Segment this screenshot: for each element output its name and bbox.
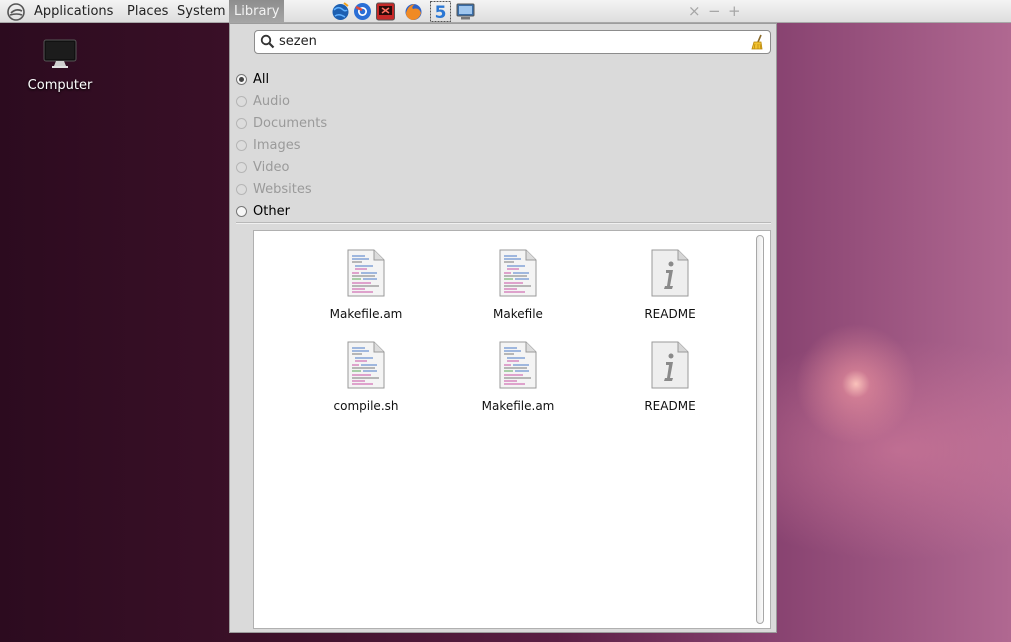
filter-other[interactable]: Other — [236, 200, 327, 222]
firefox-icon[interactable] — [403, 1, 424, 22]
separator — [236, 222, 771, 224]
minimize-icon[interactable]: − — [708, 2, 721, 20]
filter-label: Other — [253, 203, 290, 219]
filter-websites: Websites — [236, 178, 327, 200]
info-file-icon — [651, 249, 689, 297]
file-name: Makefile — [493, 307, 543, 321]
browser-icon[interactable] — [352, 1, 373, 22]
vertical-scrollbar[interactable] — [756, 235, 764, 624]
close-icon[interactable]: × — [688, 2, 701, 20]
menu-system[interactable]: System — [177, 4, 225, 19]
filter-label: Audio — [253, 93, 290, 109]
filter-group: All Audio Documents Images Video Website… — [236, 68, 327, 222]
file-name: README — [644, 307, 696, 321]
radio-button[interactable] — [236, 73, 247, 85]
radio-button — [236, 183, 247, 195]
filter-all[interactable]: All — [236, 68, 327, 90]
menu-places[interactable]: Places — [127, 4, 168, 19]
file-item[interactable]: README — [594, 341, 746, 433]
file-name: compile.sh — [333, 399, 399, 413]
five-icon[interactable]: 5 — [430, 1, 451, 22]
file-item[interactable]: Makefile.am — [290, 249, 442, 341]
menu-library[interactable]: Library — [229, 0, 285, 23]
radio-button — [236, 117, 247, 129]
search-icon — [260, 34, 275, 49]
monitor-icon[interactable] — [455, 1, 476, 22]
filter-documents: Documents — [236, 112, 327, 134]
text-file-icon — [347, 249, 385, 297]
maximize-icon[interactable]: + — [728, 2, 741, 20]
desktop-icon-computer[interactable]: Computer — [20, 38, 100, 93]
file-item[interactable]: README — [594, 249, 746, 341]
text-file-icon — [499, 341, 537, 389]
radio-button — [236, 161, 247, 173]
search-input[interactable]: sezen — [279, 34, 317, 49]
file-item[interactable]: Makefile — [442, 249, 594, 341]
results-view: Makefile.am Makefile README compile.sh M… — [253, 230, 771, 629]
filter-label: All — [253, 71, 270, 87]
filter-label: Video — [253, 159, 290, 175]
filter-label: Websites — [253, 181, 312, 197]
file-name: Makefile.am — [481, 399, 555, 413]
radio-button[interactable] — [236, 205, 247, 217]
menu-applications[interactable]: Applications — [34, 4, 113, 19]
file-name: Makefile.am — [329, 307, 403, 321]
library-panel: sezen All Audio Documents Images Video W… — [229, 23, 777, 633]
clear-search-icon[interactable] — [750, 34, 765, 50]
search-field[interactable]: sezen — [254, 30, 771, 54]
filter-label: Images — [253, 137, 301, 153]
filter-label: Documents — [253, 115, 328, 131]
file-item[interactable]: compile.sh — [290, 341, 442, 433]
file-item[interactable]: Makefile.am — [442, 341, 594, 433]
svg-text:5: 5 — [435, 3, 447, 22]
media-icon[interactable] — [375, 1, 396, 22]
radio-button — [236, 139, 247, 151]
radio-button — [236, 95, 247, 107]
results-grid: Makefile.am Makefile README compile.sh M… — [290, 249, 746, 433]
text-file-icon — [499, 249, 537, 297]
filter-images: Images — [236, 134, 327, 156]
info-file-icon — [651, 341, 689, 389]
top-panel: Applications Places System Library 5 × −… — [0, 0, 1011, 23]
computer-icon — [43, 39, 77, 68]
text-file-icon — [347, 341, 385, 389]
filter-audio: Audio — [236, 90, 327, 112]
distro-logo-icon[interactable] — [6, 2, 26, 22]
filter-video: Video — [236, 156, 327, 178]
desktop-icon-label: Computer — [27, 78, 93, 93]
globe-icon[interactable] — [330, 1, 351, 22]
file-name: README — [644, 399, 696, 413]
